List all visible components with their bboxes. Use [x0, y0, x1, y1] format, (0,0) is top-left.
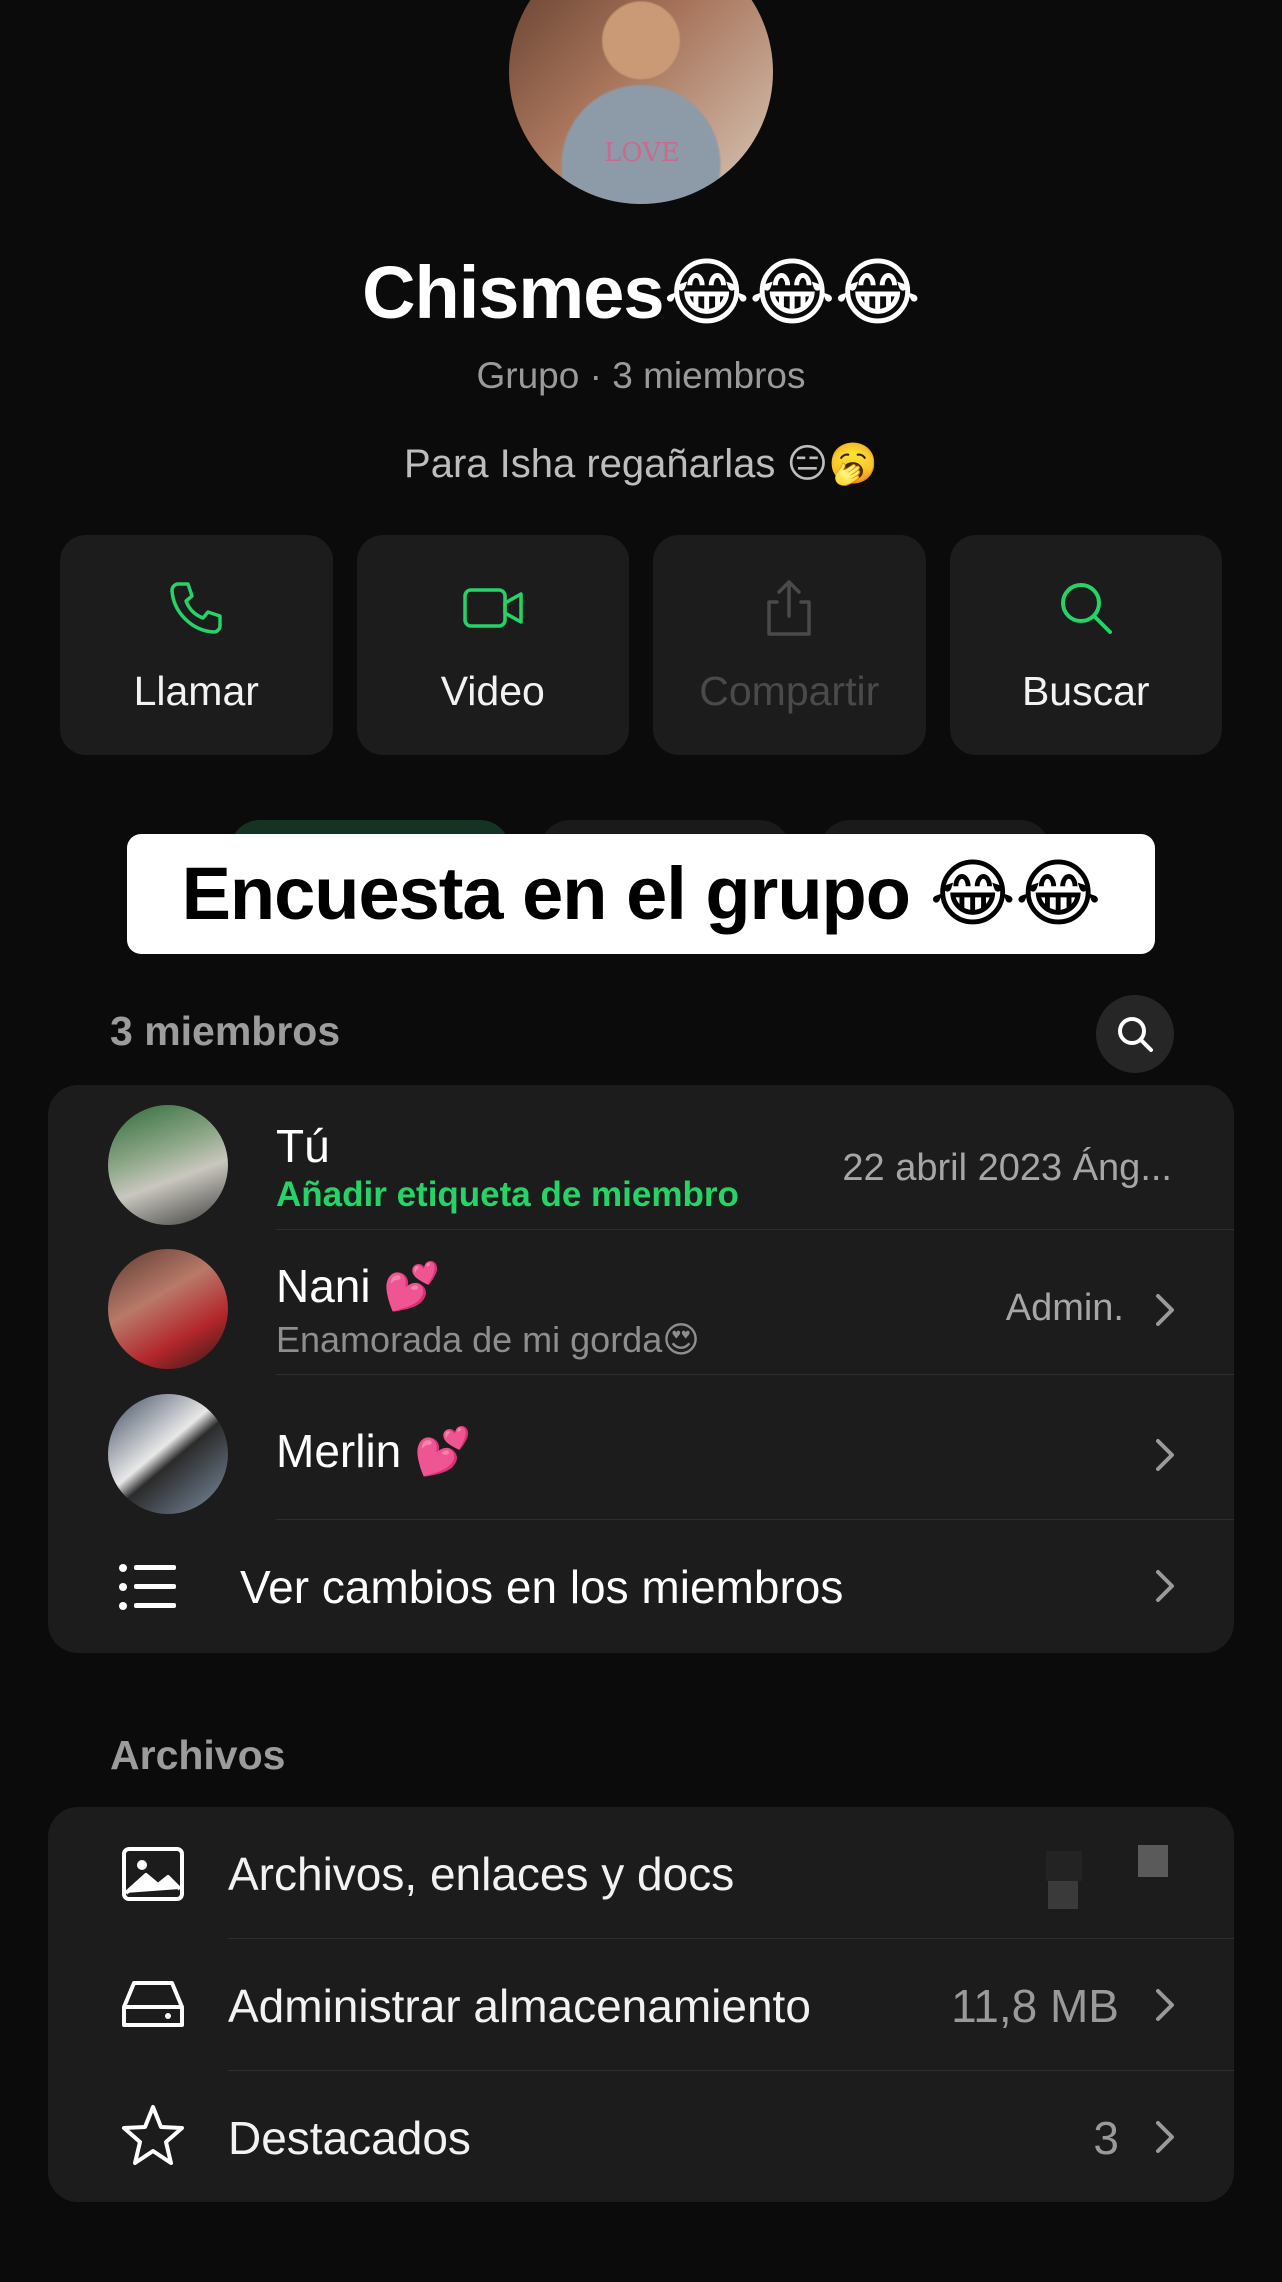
call-label: Llamar [133, 667, 259, 714]
storage-icon [122, 1981, 184, 2027]
chevron-right-icon [1156, 1570, 1174, 1602]
share-button[interactable]: Compartir [653, 535, 926, 755]
members-header: 3 miembros [110, 1008, 341, 1054]
list-item-member-nani[interactable]: Nani 💕 Enamorada de mi gorda😍 Admin. [48, 1237, 1234, 1382]
starred-messages-row[interactable]: Destacados 3 [48, 2071, 1234, 2202]
search-icon [1060, 582, 1112, 634]
action-bar: Llamar Video Compartir Buscar [60, 535, 1222, 755]
group-avatar[interactable]: LOVE [509, 0, 773, 204]
view-member-changes-row[interactable]: Ver cambios en los miembros [48, 1520, 1234, 1653]
avatar-shirt-text-decoration: LOVE [604, 138, 680, 168]
list-item-member-you[interactable]: Tú Añadir etiqueta de miembro 22 abril 2… [48, 1093, 1234, 1238]
divider [276, 1374, 1234, 1375]
list-icon [119, 1564, 176, 1610]
search-icon [1118, 1017, 1153, 1052]
chevron-right-icon [1156, 1294, 1174, 1326]
avatar [108, 1394, 228, 1514]
divider [276, 1229, 1234, 1230]
member-status: Enamorada de mi gorda😍 [276, 1319, 700, 1360]
members-search-button[interactable] [1096, 995, 1174, 1073]
add-member-tag-link[interactable]: Añadir etiqueta de miembro [276, 1175, 739, 1215]
manage-storage-label: Administrar almacenamiento [228, 1980, 811, 2032]
share-icon [767, 579, 811, 636]
group-description[interactable]: Para Isha regañarlas 😑🥱 [0, 440, 1282, 487]
overlay-caption: Encuesta en el grupo 😂😂 [127, 834, 1155, 954]
video-label: Video [440, 667, 545, 714]
chevron-right-icon [1156, 1439, 1174, 1471]
media-thumbnail [1046, 1851, 1082, 1881]
group-subtitle: Grupo · 3 miembros [476, 355, 806, 396]
member-name: Tú [276, 1120, 330, 1172]
search-label: Buscar [1021, 667, 1150, 714]
avatar [108, 1249, 228, 1369]
manage-storage-row[interactable]: Administrar almacenamiento 11,8 MB [48, 1939, 1234, 2070]
video-button[interactable]: Video [356, 535, 629, 755]
media-links-docs-row[interactable]: Archivos, enlaces y docs [48, 1807, 1234, 1938]
admin-badge: Admin. [1005, 1287, 1124, 1329]
avatar [108, 1105, 228, 1225]
chevron-right-icon [1156, 2121, 1174, 2153]
member-name: Merlin 💕 [276, 1425, 472, 1477]
view-member-changes-label: Ver cambios en los miembros [240, 1561, 844, 1613]
phone-icon [170, 581, 222, 634]
files-card: Archivos, enlaces y docs Administrar alm… [48, 1807, 1234, 2202]
image-icon [122, 1847, 184, 1901]
list-item-member-merlin[interactable]: Merlin 💕 [48, 1382, 1234, 1527]
star-icon [122, 2105, 184, 2165]
media-thumbnail [1048, 1881, 1078, 1909]
call-button[interactable]: Llamar [60, 535, 333, 755]
media-thumbnail [1138, 1845, 1168, 1877]
storage-size: 11,8 MB [951, 1980, 1119, 2032]
video-icon [463, 587, 523, 628]
search-button[interactable]: Buscar [949, 535, 1222, 755]
starred-label: Destacados [228, 2112, 471, 2164]
media-links-docs-label: Archivos, enlaces y docs [228, 1848, 735, 1900]
member-name: Nani 💕 [276, 1260, 441, 1312]
files-header: Archivos [110, 1732, 286, 1778]
starred-count: 3 [1093, 2112, 1119, 2164]
chevron-right-icon [1156, 1989, 1174, 2021]
members-card: Tú Añadir etiqueta de miembro 22 abril 2… [48, 1085, 1234, 1653]
member-meta: 22 abril 2023 Áng... [842, 1147, 1172, 1189]
share-label: Compartir [699, 667, 880, 714]
group-name: Chismes😂😂😂 [362, 251, 921, 334]
